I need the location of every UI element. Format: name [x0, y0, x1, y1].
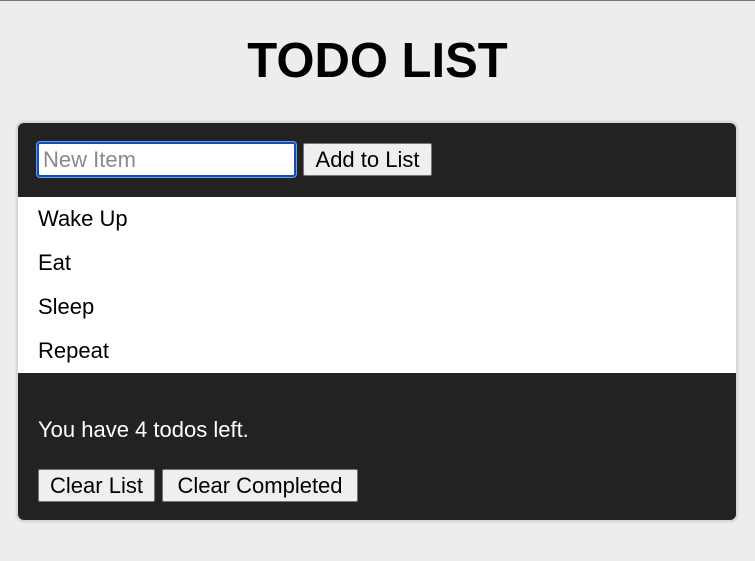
todo-item[interactable]: Repeat — [18, 329, 736, 373]
todo-item-text[interactable]: Sleep — [38, 285, 94, 329]
todo-item-text[interactable]: Wake Up — [38, 197, 128, 241]
clear-completed-button[interactable]: Clear Completed — [162, 469, 358, 502]
todo-item[interactable]: Sleep — [18, 285, 736, 329]
todo-item[interactable]: Wake Up — [18, 197, 736, 241]
add-item-form: Add to List — [18, 123, 736, 197]
new-item-input[interactable] — [36, 141, 297, 178]
todo-item-text[interactable]: Repeat — [38, 329, 109, 373]
todo-card: Add to List Wake Up Eat Sleep Repeat You… — [16, 121, 738, 522]
todo-item[interactable]: Eat — [18, 241, 736, 285]
todos-left-status: You have 4 todos left. — [38, 417, 249, 442]
clear-list-button[interactable]: Clear List — [38, 469, 155, 502]
page-title: TODO LIST — [247, 34, 508, 88]
todo-item-text[interactable]: Eat — [38, 241, 71, 285]
add-to-list-button[interactable]: Add to List — [303, 143, 432, 176]
todo-list: Wake Up Eat Sleep Repeat — [18, 197, 736, 373]
